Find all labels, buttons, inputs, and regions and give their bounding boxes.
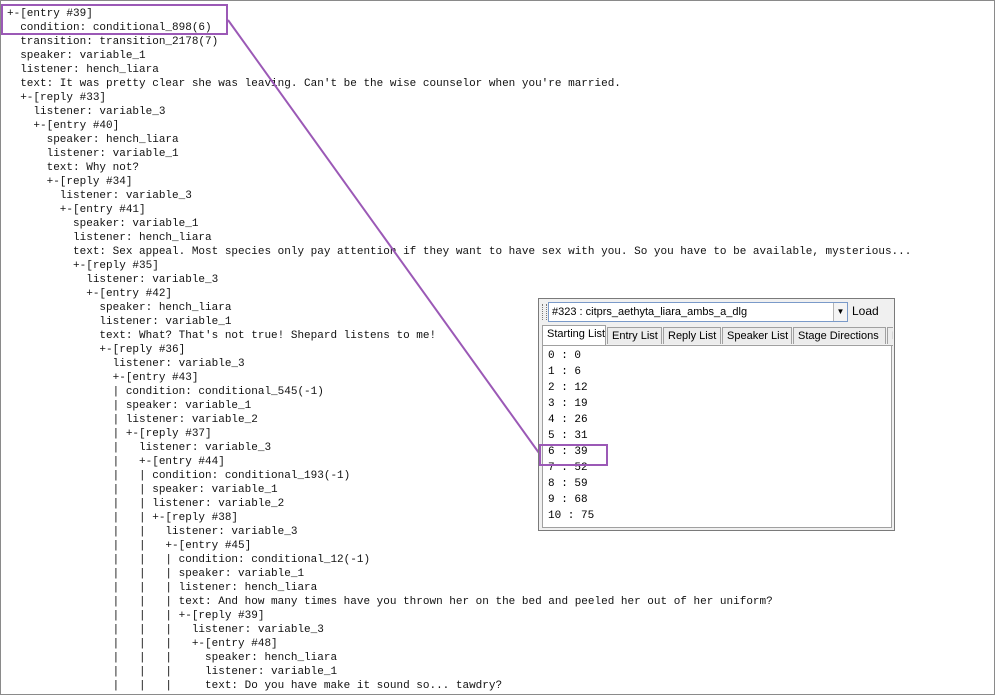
list-item[interactable]: 1 : 6 xyxy=(543,364,891,380)
tree-line: text: It was pretty clear she was leavin… xyxy=(7,78,621,90)
tree-line: listener: hench_liara xyxy=(7,64,159,76)
tree-line: listener: variable_3 xyxy=(7,274,219,286)
tree-line: text: Why not? xyxy=(7,162,140,174)
tree-line: listener: variable_3 xyxy=(7,190,192,202)
tree-line: | | | listener: variable_1 xyxy=(7,666,338,678)
tab-speaker-list[interactable]: Speaker List xyxy=(722,327,792,344)
tree-line: +-[reply #33] xyxy=(7,92,107,104)
tree-line: transition: transition_2178(7) xyxy=(7,36,219,48)
list-item[interactable]: 8 : 59 xyxy=(543,476,891,492)
highlight-starting-row xyxy=(539,444,608,466)
list-item[interactable]: 3 : 19 xyxy=(543,396,891,412)
tree-line: +-[reply #35] xyxy=(7,260,159,272)
toolbar-grip-icon[interactable] xyxy=(542,304,547,320)
tree-line: | | | text: Do you have make it sound so… xyxy=(7,680,503,692)
tree-line: | | | +-[reply #39] xyxy=(7,610,265,622)
list-item[interactable]: 5 : 31 xyxy=(543,428,891,444)
tree-line: listener: variable_3 xyxy=(7,106,166,118)
tree-line: | | | condition: conditional_12(-1) xyxy=(7,554,371,566)
tree-line: | | | listener: hench_liara xyxy=(7,582,318,594)
list-item[interactable]: 4 : 26 xyxy=(543,412,891,428)
tree-line: +-[reply #34] xyxy=(7,176,133,188)
tree-line: +-[entry #41] xyxy=(7,204,146,216)
tree-line: | | +-[entry #45] xyxy=(7,540,252,552)
dialog-select-value: #323 : citprs_aethyta_liara_ambs_a_dlg xyxy=(552,306,748,318)
tree-line: | | | +-[entry #48] xyxy=(7,638,278,650)
tab-entry-list[interactable]: Entry List xyxy=(607,327,662,344)
load-button[interactable]: Load xyxy=(852,303,879,320)
tab-strip: Starting List Entry List Reply List Speaker… xyxy=(542,325,893,346)
tree-line: speaker: variable_1 xyxy=(7,50,146,62)
list-item[interactable]: 0 : 0 xyxy=(543,348,891,364)
tree-line: | | | speaker: variable_1 xyxy=(7,568,305,580)
tab-starting-list[interactable]: Starting List xyxy=(542,325,606,345)
tab-stage-directions[interactable]: Stage Directions xyxy=(793,327,886,344)
tree-line: speaker: hench_liara xyxy=(7,134,179,146)
tree-line: speaker: variable_1 xyxy=(7,218,199,230)
tree-line: | | | listener: variable_3 xyxy=(7,624,324,636)
tree-line: listener: variable_1 xyxy=(7,148,179,160)
tree-line: +-[entry #40] xyxy=(7,120,120,132)
dialog-panel: #323 : citprs_aethyta_liara_ambs_a_dlg ▼… xyxy=(538,298,895,531)
starting-list: 0 : 01 : 62 : 12 3 : 19 4 : 26 5 : 31 6 : 39… xyxy=(542,346,892,528)
dialog-select[interactable]: #323 : citprs_aethyta_liara_ambs_a_dlg ▼ xyxy=(548,302,848,322)
highlight-entry-39 xyxy=(1,4,228,35)
tab-m[interactable]: M xyxy=(887,327,893,344)
tab-reply-list[interactable]: Reply List xyxy=(663,327,721,344)
list-item[interactable]: 9 : 68 xyxy=(543,492,891,508)
list-item[interactable]: 10 : 75 xyxy=(543,508,891,524)
chevron-down-icon[interactable]: ▼ xyxy=(833,303,847,321)
list-item[interactable]: 2 : 12 xyxy=(543,380,891,396)
tree-line: listener: hench_liara xyxy=(7,232,212,244)
tree-line: text: Sex appeal. Most species only pay … xyxy=(7,246,912,258)
tree-line: | | | text: And how many times have you … xyxy=(7,596,773,608)
tree-line: | | | speaker: hench_liara xyxy=(7,652,338,664)
